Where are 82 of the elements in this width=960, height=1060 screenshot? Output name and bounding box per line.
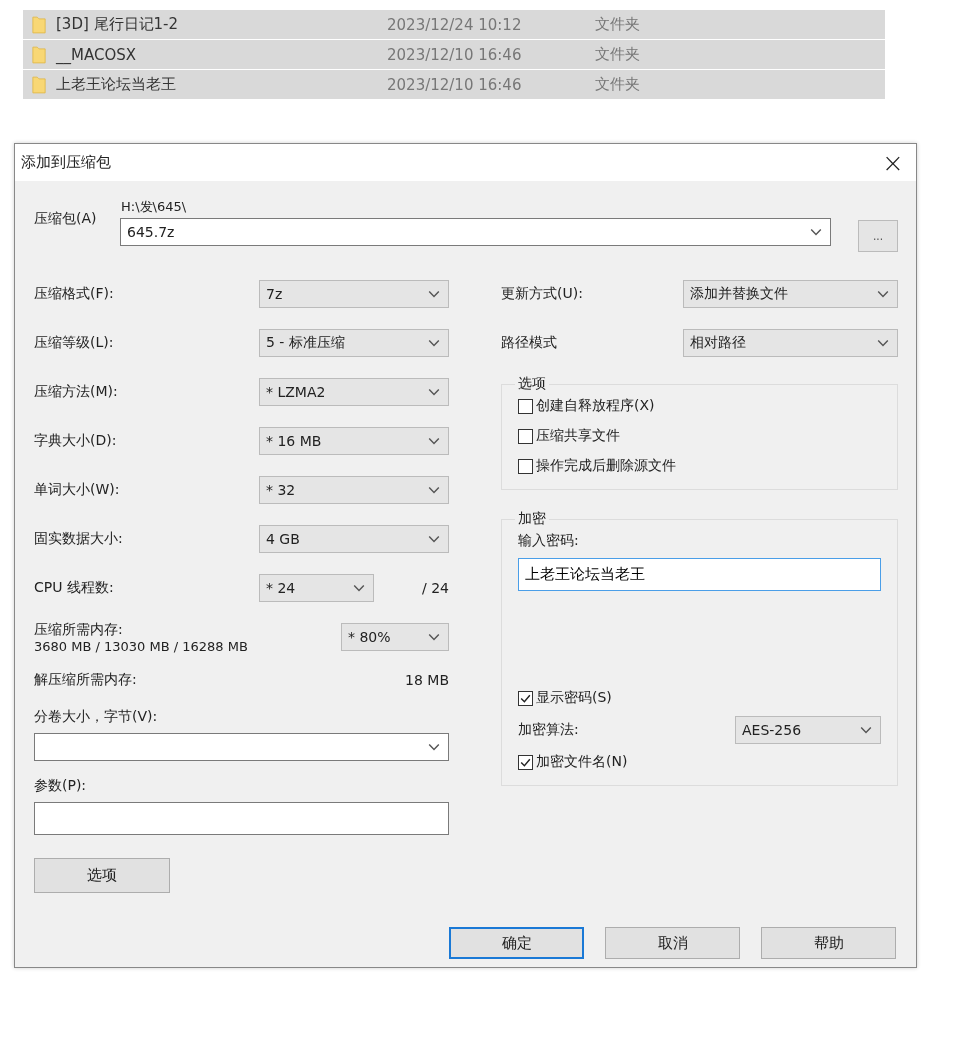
parameters-field[interactable] bbox=[34, 802, 449, 835]
folder-icon bbox=[32, 75, 46, 94]
field-label: 加密算法: bbox=[518, 721, 579, 739]
archive-combo[interactable]: 645.7z bbox=[120, 218, 831, 246]
field-label: 单词大小(W): bbox=[34, 480, 120, 499]
field-label: 压缩方法(M): bbox=[34, 382, 118, 401]
chevron-down-icon bbox=[877, 338, 889, 347]
file-date: 2023/12/10 16:46 bbox=[387, 75, 523, 94]
checkbox[interactable] bbox=[518, 690, 533, 706]
file-name: [3D] 尾行日记1-2 bbox=[56, 15, 180, 34]
dropdown[interactable]: 添加并替换文件 bbox=[683, 279, 898, 308]
dropdown[interactable]: * 80% bbox=[341, 623, 449, 651]
field-label: 参数(P): bbox=[34, 777, 88, 795]
checkbox-option[interactable]: 操作完成后删除源文件 bbox=[518, 457, 881, 475]
close-button[interactable]: × bbox=[870, 144, 916, 181]
dialog-button[interactable]: 确定 bbox=[449, 927, 584, 959]
dropdown[interactable]: 5 - 标准压缩 bbox=[259, 328, 449, 357]
checkbox[interactable] bbox=[518, 398, 533, 414]
volume-size-combo[interactable] bbox=[34, 733, 449, 761]
chevron-down-icon bbox=[428, 387, 440, 396]
checkbox-option[interactable]: 压缩共享文件 bbox=[518, 427, 881, 445]
file-type: 文件夹 bbox=[595, 45, 640, 64]
checkbox-option[interactable]: 加密文件名(N) bbox=[518, 753, 881, 771]
archive-path: H:\发\645\ bbox=[120, 198, 188, 216]
checkbox-option[interactable]: 显示密码(S) bbox=[518, 689, 881, 707]
dialog-button[interactable]: 帮助 bbox=[761, 927, 896, 959]
dialog-button[interactable]: 取消 bbox=[605, 927, 740, 959]
dropdown[interactable]: 4 GB bbox=[259, 524, 449, 553]
file-date: 2023/12/24 10:12 bbox=[387, 15, 523, 34]
dropdown[interactable]: AES-256 bbox=[735, 716, 881, 744]
field-label: 固实数据大小: bbox=[34, 529, 123, 548]
file-row[interactable]: __MACOSX 2023/12/10 16:46 文件夹 bbox=[23, 40, 885, 70]
chevron-down-icon bbox=[810, 228, 822, 236]
field-label: 压缩包(A) bbox=[34, 210, 98, 228]
file-type: 文件夹 bbox=[595, 15, 640, 34]
field-label: 解压缩所需内存: bbox=[34, 671, 137, 689]
chevron-down-icon bbox=[428, 338, 440, 347]
field-label: 路径模式 bbox=[501, 333, 557, 352]
checkbox-option[interactable]: 创建自释放程序(X) bbox=[518, 397, 881, 415]
window-title: 添加到压缩包 bbox=[21, 153, 111, 172]
chevron-down-icon bbox=[428, 534, 440, 543]
checkbox[interactable] bbox=[518, 428, 533, 444]
browse-button[interactable]: ... bbox=[858, 220, 898, 252]
password-field[interactable]: 上老王论坛当老王 bbox=[518, 558, 881, 591]
group-title: 选项 bbox=[517, 375, 547, 393]
field-label: 更新方式(U): bbox=[501, 284, 583, 303]
dropdown[interactable]: * LZMA2 bbox=[259, 377, 449, 406]
chevron-down-icon bbox=[860, 726, 872, 734]
dropdown[interactable]: 7z bbox=[259, 279, 449, 308]
file-name: __MACOSX bbox=[56, 45, 138, 64]
folder-icon bbox=[32, 45, 46, 64]
folder-icon bbox=[32, 15, 46, 34]
dropdown[interactable]: 相对路径 bbox=[683, 328, 898, 357]
field-label: 压缩所需内存: bbox=[34, 620, 124, 639]
thread-count: / 24 bbox=[422, 579, 449, 596]
file-type: 文件夹 bbox=[595, 75, 640, 94]
group-title: 加密 bbox=[517, 510, 547, 528]
file-date: 2023/12/10 16:46 bbox=[387, 45, 523, 64]
field-label: 压缩格式(F): bbox=[34, 284, 114, 303]
memory-value: 18 MB bbox=[405, 672, 449, 688]
chevron-down-icon bbox=[428, 289, 440, 298]
checkbox[interactable] bbox=[518, 754, 533, 770]
dropdown[interactable]: * 16 MB bbox=[259, 426, 449, 455]
chevron-down-icon bbox=[428, 436, 440, 445]
chevron-down-icon bbox=[428, 743, 440, 751]
file-row[interactable]: [3D] 尾行日记1-2 2023/12/24 10:12 文件夹 bbox=[23, 10, 885, 40]
chevron-down-icon bbox=[353, 583, 365, 592]
file-row[interactable]: 上老王论坛当老王 2023/12/10 16:46 文件夹 bbox=[23, 70, 885, 100]
field-label: 输入密码: bbox=[518, 532, 580, 550]
field-label: 压缩等级(L): bbox=[34, 333, 114, 352]
field-label: 字典大小(D): bbox=[34, 431, 117, 450]
options-button[interactable]: 选项 bbox=[34, 858, 170, 893]
checkbox[interactable] bbox=[518, 458, 533, 474]
file-name: 上老王论坛当老王 bbox=[56, 75, 177, 94]
memory-usage: 3680 MB / 13030 MB / 16288 MB bbox=[34, 638, 248, 654]
chevron-down-icon bbox=[428, 633, 440, 641]
chevron-down-icon bbox=[428, 485, 440, 494]
dropdown[interactable]: * 24 bbox=[259, 573, 374, 602]
dropdown[interactable]: * 32 bbox=[259, 475, 449, 504]
chevron-down-icon bbox=[877, 289, 889, 298]
field-label: CPU 线程数: bbox=[34, 578, 114, 597]
field-label: 分卷大小，字节(V): bbox=[34, 708, 159, 726]
